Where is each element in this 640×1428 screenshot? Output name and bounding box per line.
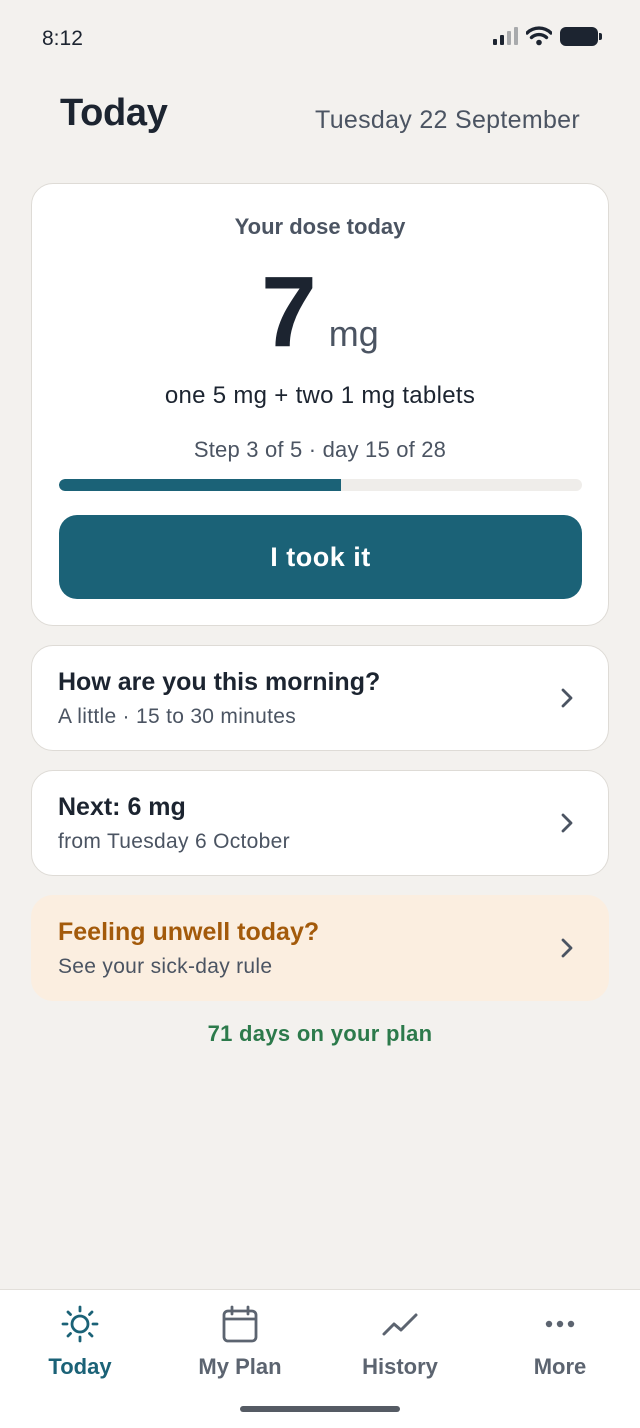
signal-icon [493, 27, 518, 45]
wifi-icon [526, 26, 552, 46]
next-dose-subtitle: from Tuesday 6 October [58, 830, 290, 853]
step-progress-text: Step 3 of 5 · day 15 of 28 [193, 437, 447, 462]
tab-label: History [362, 1354, 438, 1379]
calendar-icon [222, 1305, 258, 1343]
sun-icon [61, 1305, 99, 1343]
status-icons [493, 26, 602, 46]
sick-day-card[interactable]: Feeling unwell today? See your sick-day … [31, 895, 609, 1001]
tab-label: More [533, 1354, 587, 1379]
morning-checkin-card[interactable]: How are you this morning? A little · 15 … [31, 645, 609, 751]
morning-checkin-title: How are you this morning? [58, 668, 381, 696]
dose-card: Your dose today 7 mg one 5 mg + two 1 mg… [31, 183, 609, 626]
more-dots-icon [545, 1320, 575, 1328]
page-title: Today [60, 92, 168, 134]
status-time: 8:12 [42, 27, 83, 50]
step-progress-fill [59, 479, 342, 491]
status-bar: 8:12 [0, 0, 640, 80]
next-dose-card[interactable]: Next: 6 mg from Tuesday 6 October [31, 770, 609, 876]
today-screen: 8:12 Today Tuesday 22 September Your dos… [0, 0, 640, 1428]
tab-label: My Plan [198, 1354, 282, 1379]
next-dose-title: Next: 6 mg [58, 793, 186, 821]
tab-more[interactable]: More [480, 1290, 640, 1400]
took-dose-button[interactable]: I took it [59, 515, 582, 599]
dose-unit: mg [328, 313, 379, 354]
chevron-right-icon [561, 688, 573, 708]
chevron-right-icon [561, 938, 573, 958]
tab-my-plan[interactable]: My Plan [160, 1290, 320, 1400]
tablet-detail: one 5 mg + two 1 mg tablets [164, 382, 476, 409]
trend-line-icon [382, 1313, 418, 1336]
plan-days-counter: 71 days on your plan [207, 1021, 433, 1046]
dose-value: 7 mg [32, 262, 608, 362]
sick-day-title: Feeling unwell today? [58, 918, 320, 946]
home-indicator [240, 1406, 400, 1412]
step-progress-bar [59, 479, 582, 491]
battery-icon [560, 26, 602, 46]
chevron-right-icon [561, 813, 573, 833]
sick-day-subtitle: See your sick-day rule [58, 955, 273, 978]
morning-checkin-subtitle: A little · 15 to 30 minutes [58, 705, 297, 728]
tab-history[interactable]: History [320, 1290, 480, 1400]
page-date: Tuesday 22 September [315, 106, 580, 134]
dose-heading: Your dose today [234, 214, 406, 239]
dose-number: 7 [261, 256, 317, 368]
tab-today[interactable]: Today [0, 1290, 160, 1400]
tab-label: Today [48, 1354, 112, 1379]
